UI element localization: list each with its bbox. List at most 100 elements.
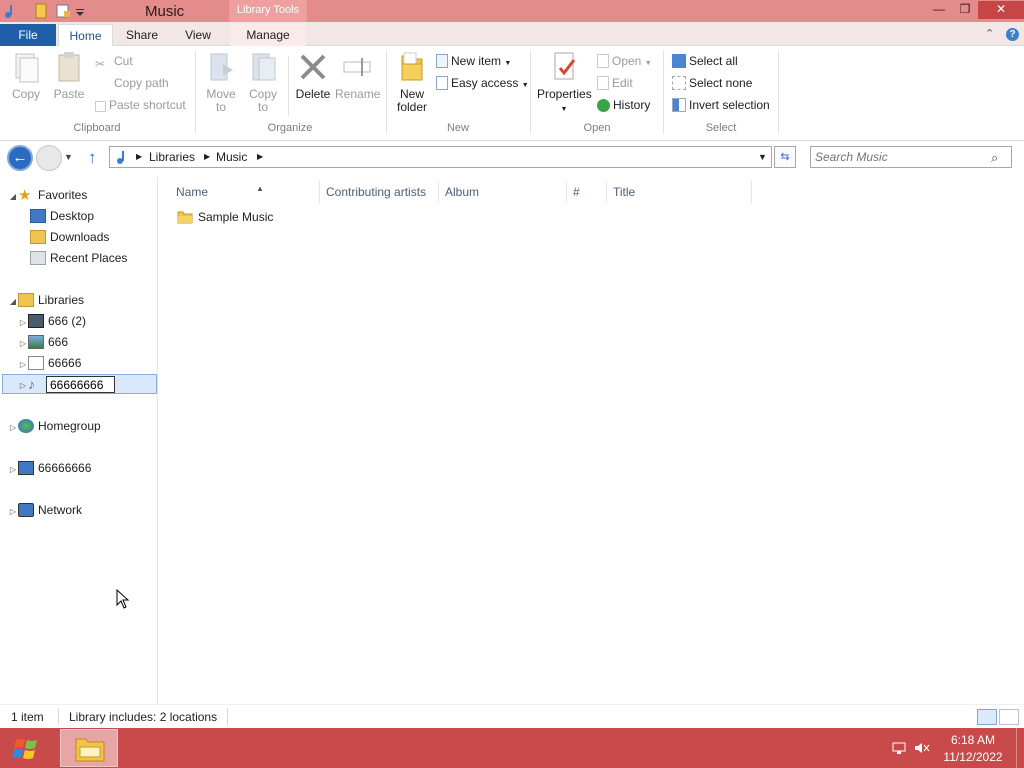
tab-home[interactable]: Home bbox=[58, 24, 113, 47]
move-to-button[interactable]: Move to bbox=[204, 50, 238, 114]
collapsed-arrow-icon[interactable]: ▷ bbox=[8, 460, 18, 480]
properties-button[interactable]: Properties ▼ bbox=[537, 50, 592, 116]
nav-library-66666[interactable]: ▷ 66666 bbox=[18, 353, 81, 373]
pictures-library-icon bbox=[28, 335, 44, 349]
nav-downloads[interactable]: Downloads bbox=[30, 227, 109, 247]
recent-locations-dropdown-icon[interactable]: ▼ bbox=[64, 152, 73, 162]
rename-button[interactable]: Rename bbox=[335, 50, 380, 101]
back-button[interactable]: ← bbox=[7, 145, 33, 171]
up-arrow-icon[interactable]: ↑ bbox=[88, 148, 97, 168]
easy-access-button[interactable]: Easy access ▼ bbox=[436, 74, 529, 92]
invert-selection-button[interactable]: Invert selection bbox=[672, 96, 770, 114]
details-view-button[interactable] bbox=[977, 709, 997, 725]
column-header-name[interactable]: Name ▲ bbox=[174, 181, 320, 203]
nav-library-666[interactable]: ▷ 666 bbox=[18, 332, 68, 352]
new-folder-quick-icon[interactable] bbox=[55, 3, 71, 19]
nav-recent-places[interactable]: Recent Places bbox=[30, 248, 127, 268]
tab-view[interactable]: View bbox=[176, 24, 220, 47]
column-header-album[interactable]: Album bbox=[443, 181, 567, 203]
collapsed-arrow-icon[interactable]: ▷ bbox=[18, 376, 28, 396]
nav-homegroup[interactable]: ▷ Homegroup bbox=[8, 416, 101, 436]
breadcrumb-music[interactable]: Music bbox=[216, 150, 247, 164]
address-bar[interactable]: ▶ Libraries ▶ Music ▶ ▼ bbox=[109, 146, 772, 168]
large-icons-view-button[interactable] bbox=[999, 709, 1019, 725]
customize-quick-access-icon[interactable] bbox=[75, 3, 85, 19]
expanded-arrow-icon[interactable]: ◢ bbox=[8, 187, 18, 207]
paste-button[interactable]: Paste bbox=[51, 50, 87, 101]
paste-label: Paste bbox=[53, 87, 85, 101]
group-divider bbox=[530, 50, 531, 134]
select-all-button[interactable]: Select all bbox=[672, 52, 738, 70]
new-item-button[interactable]: New item ▼ bbox=[436, 52, 511, 70]
forward-button[interactable] bbox=[36, 145, 62, 171]
column-header-artists[interactable]: Contributing artists bbox=[324, 181, 439, 203]
breadcrumb-chevron-icon[interactable]: ▶ bbox=[257, 152, 263, 161]
delete-label: Delete bbox=[295, 87, 331, 101]
easy-access-label: Easy access bbox=[451, 76, 519, 90]
refresh-icon: ⇆ bbox=[780, 151, 790, 163]
minimize-ribbon-icon[interactable]: ⌃ bbox=[985, 27, 994, 40]
new-folder-button[interactable]: New folder bbox=[392, 50, 432, 114]
help-icon[interactable]: ? bbox=[1006, 28, 1019, 41]
refresh-button[interactable]: ⇆ bbox=[774, 146, 796, 168]
clock-date[interactable]: 11/12/2022 bbox=[938, 750, 1008, 764]
nav-library-666-2[interactable]: ▷ 666 (2) bbox=[18, 311, 86, 331]
tab-file[interactable]: File bbox=[0, 24, 56, 46]
search-icon[interactable]: ⌕ bbox=[991, 150, 998, 166]
close-button[interactable]: ✕ bbox=[978, 1, 1024, 19]
search-box[interactable]: ⌕ bbox=[810, 146, 1012, 168]
back-arrow-icon: ← bbox=[12, 149, 28, 166]
copy-to-button[interactable]: Copy to bbox=[246, 50, 280, 114]
documents-library-icon bbox=[28, 356, 44, 370]
nav-libraries[interactable]: ◢ Libraries bbox=[8, 290, 84, 310]
copy-path-button[interactable]: Copy path bbox=[95, 74, 169, 92]
star-icon: ★ bbox=[18, 187, 32, 204]
collapsed-arrow-icon[interactable]: ▷ bbox=[18, 313, 28, 333]
new-group-label: New bbox=[446, 122, 469, 134]
restore-button[interactable]: ❐ bbox=[952, 1, 978, 19]
address-history-dropdown-icon[interactable]: ▼ bbox=[758, 152, 767, 162]
show-desktop-button[interactable] bbox=[1016, 728, 1024, 768]
breadcrumb-libraries[interactable]: Libraries bbox=[149, 150, 195, 164]
volume-muted-tray-icon[interactable] bbox=[914, 741, 930, 755]
rename-library-input[interactable] bbox=[46, 376, 115, 393]
properties-quick-icon[interactable] bbox=[33, 3, 49, 19]
collapsed-arrow-icon[interactable]: ▷ bbox=[18, 334, 28, 354]
cut-button[interactable]: ✂ Cut bbox=[95, 52, 133, 71]
select-none-button[interactable]: Select none bbox=[672, 74, 752, 92]
collapsed-arrow-icon[interactable]: ▷ bbox=[18, 355, 28, 375]
edit-button[interactable]: Edit bbox=[597, 74, 633, 92]
breadcrumb-chevron-icon[interactable]: ▶ bbox=[136, 152, 142, 161]
nav-favorites[interactable]: ◢ ★ Favorites bbox=[8, 185, 87, 205]
nav-network[interactable]: ▷ Network bbox=[8, 500, 82, 520]
network-tray-icon[interactable] bbox=[891, 741, 907, 755]
delete-button[interactable]: Delete bbox=[293, 50, 333, 101]
column-header-number[interactable]: # bbox=[571, 181, 607, 203]
nav-library-music[interactable]: ▷ ♪ bbox=[18, 374, 48, 394]
paste-shortcut-button[interactable]: Paste shortcut bbox=[95, 96, 186, 114]
item-count: 1 item bbox=[11, 710, 44, 724]
collapsed-arrow-icon[interactable]: ▷ bbox=[8, 418, 18, 438]
start-button-windows-icon[interactable] bbox=[8, 734, 44, 764]
edit-label: Edit bbox=[612, 76, 633, 90]
tab-share[interactable]: Share bbox=[118, 24, 166, 47]
cut-label: Cut bbox=[114, 54, 133, 68]
nav-desktop[interactable]: Desktop bbox=[30, 206, 94, 226]
status-bar: 1 item Library includes: 2 locations bbox=[0, 704, 1024, 728]
collapsed-arrow-icon[interactable]: ▷ bbox=[8, 502, 18, 522]
taskbar-file-explorer-button[interactable] bbox=[60, 729, 118, 767]
history-button[interactable]: History bbox=[597, 96, 650, 114]
search-input[interactable] bbox=[815, 149, 985, 165]
tab-manage[interactable]: Manage bbox=[230, 24, 306, 47]
open-button[interactable]: Open ▼ bbox=[597, 52, 652, 70]
copy-to-icon bbox=[252, 53, 276, 81]
nav-computer[interactable]: ▷ 66666666 bbox=[8, 458, 91, 478]
column-header-title[interactable]: Title bbox=[611, 181, 752, 203]
list-item[interactable]: Sample Music bbox=[177, 207, 273, 227]
clock-time[interactable]: 6:18 AM bbox=[938, 733, 1008, 747]
expanded-arrow-icon[interactable]: ◢ bbox=[8, 292, 18, 312]
minimize-button[interactable]: — bbox=[926, 1, 952, 19]
breadcrumb-chevron-icon[interactable]: ▶ bbox=[204, 152, 210, 161]
nav-libraries-label: Libraries bbox=[38, 293, 85, 307]
copy-button[interactable]: Copy bbox=[8, 50, 44, 101]
